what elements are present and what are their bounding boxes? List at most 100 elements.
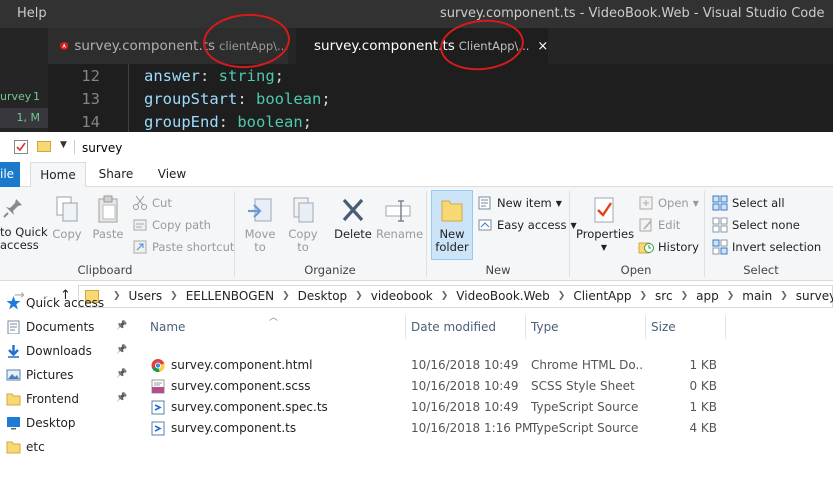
history-button[interactable]: History	[638, 239, 699, 255]
pin-to-quick-access-button[interactable]: to Quick access	[0, 197, 48, 252]
select-none-label: Select none	[732, 218, 800, 232]
column-header-size[interactable]: Size	[651, 320, 676, 334]
file-row[interactable]: survey.component.html 10/16/2018 10:49 Chr…	[147, 355, 732, 376]
breadcrumb-item[interactable]: VideoBook.Web	[456, 289, 549, 304]
copy-to-button[interactable]: Copy to	[284, 195, 322, 254]
paste-button[interactable]: Paste	[90, 195, 126, 241]
chevron-right-icon[interactable]: ❯	[727, 289, 735, 304]
vscode-window: Help survey.component.ts - VideoBook.Web…	[0, 0, 833, 132]
nav-item-quick-access[interactable]: Quick access	[0, 292, 135, 316]
breadcrumb-item[interactable]: app	[696, 289, 719, 304]
move-to-button[interactable]: Move to	[240, 195, 280, 254]
ribbon-home: to Quick access Copy Paste Cut Copy path…	[0, 187, 833, 281]
new-folder-label: New folder	[435, 227, 469, 254]
sort-up-icon: ︿	[269, 313, 279, 323]
nav-item-frontend[interactable]: Frontend 📌	[0, 388, 135, 412]
chevron-right-icon[interactable]: ❯	[558, 289, 566, 304]
breadcrumb-item[interactable]: videobook	[371, 289, 433, 304]
nav-item-documents[interactable]: Documents 📌	[0, 316, 135, 340]
properties-quick-icon[interactable]	[14, 140, 28, 154]
history-label: History	[658, 240, 699, 254]
pin-icon[interactable]: 📌	[116, 393, 127, 403]
invert-selection-button[interactable]: Invert selection	[712, 239, 821, 255]
pictures-icon	[6, 368, 21, 382]
column-header-type[interactable]: Type	[531, 320, 559, 334]
new-folder-button[interactable]: New folder	[431, 190, 473, 260]
vscode-sidebar-peek: urvey 1 1, M	[0, 64, 48, 132]
cut-button[interactable]: Cut	[132, 195, 172, 211]
select-none-button[interactable]: Select none	[712, 217, 800, 233]
chevron-right-icon[interactable]: ❯	[170, 289, 178, 304]
code-end: ;	[302, 113, 312, 131]
pin-icon[interactable]: 📌	[116, 345, 127, 355]
open-label: Open	[658, 196, 689, 210]
breadcrumb-item[interactable]: Desktop	[298, 289, 348, 304]
address-input[interactable]: ❯ Users ❯ EELLENBOGEN ❯ Desktop ❯ videobook ❯ Vid…	[78, 285, 833, 308]
pin-icon	[3, 199, 22, 218]
tab-home[interactable]: Home	[30, 162, 86, 188]
pin-icon[interactable]: 📌	[116, 321, 127, 331]
pin-icon[interactable]: 📌	[116, 369, 127, 379]
file-row[interactable]: survey.component.scss 10/16/2018 10:49 SCS…	[147, 376, 732, 397]
nav-item-label: Desktop	[26, 416, 76, 430]
scissors-icon	[133, 195, 147, 210]
edit-button[interactable]: Edit	[638, 217, 680, 233]
divider	[704, 191, 705, 277]
open-button[interactable]: Open ▼	[638, 195, 699, 211]
sidebar-row[interactable]: 1, M	[0, 108, 48, 128]
chevron-right-icon[interactable]: ❯	[640, 289, 648, 304]
edit-label: Edit	[658, 218, 681, 232]
file-row[interactable]: survey.component.ts 10/16/2018 1:16 PM Typ…	[147, 418, 732, 439]
paste-shortcut-button[interactable]: Paste shortcut	[132, 239, 234, 255]
breadcrumb-item[interactable]: ClientApp	[573, 289, 631, 304]
file-date-modified: 10/16/2018 10:49	[411, 358, 519, 372]
code-end: ;	[321, 90, 331, 108]
breadcrumb-item[interactable]: main	[742, 289, 772, 304]
chevron-right-icon[interactable]: ❯	[355, 289, 363, 304]
chevron-right-icon[interactable]: ❯	[441, 289, 449, 304]
new-folder-quick-icon[interactable]	[37, 141, 51, 152]
new-item-button[interactable]: New item ▼	[477, 195, 562, 211]
tab-view[interactable]: View	[146, 162, 198, 187]
downloads-icon	[6, 344, 21, 358]
tab-share[interactable]: Share	[90, 162, 142, 187]
chevron-right-icon[interactable]: ❯	[780, 289, 788, 304]
sidebar-row[interactable]: urvey 1	[0, 87, 48, 107]
copy-button[interactable]: Copy	[50, 195, 84, 241]
tab-survey-component-clientapp-lower[interactable]: survey.component.ts clientApp\...	[48, 28, 288, 64]
select-all-button[interactable]: Select all	[712, 195, 785, 211]
breadcrumb-item[interactable]: survey	[796, 289, 833, 304]
file-row[interactable]: survey.component.spec.ts 10/16/2018 10:49…	[147, 397, 732, 418]
chevron-right-icon[interactable]: ❯	[681, 289, 689, 304]
paste-label: Paste	[92, 227, 124, 241]
tab-file[interactable]: ile	[0, 162, 20, 187]
copy-icon	[56, 196, 78, 222]
code-end: ;	[274, 67, 285, 85]
close-icon[interactable]: ×	[537, 39, 548, 54]
breadcrumb-item[interactable]: EELLENBOGEN	[186, 289, 274, 304]
new-group-label: New	[485, 263, 511, 277]
column-header-date[interactable]: Date modified	[411, 320, 496, 334]
copy-path-button[interactable]: Copy path	[132, 217, 211, 233]
nav-item-label: Downloads	[26, 344, 92, 358]
nav-item-pictures[interactable]: Pictures 📌	[0, 364, 135, 388]
file-name: survey.component.ts	[171, 421, 297, 435]
nav-item-downloads[interactable]: Downloads 📌	[0, 340, 135, 364]
menu-help[interactable]: Help	[17, 6, 47, 21]
chevron-down-icon[interactable]: ▼	[60, 140, 67, 150]
tab-survey-component-clientapp-upper[interactable]: survey.component.ts ClientApp\... ×	[296, 28, 548, 64]
delete-button[interactable]: Delete	[332, 195, 374, 241]
chevron-right-icon[interactable]: ❯	[282, 289, 290, 304]
rename-button[interactable]: Rename	[376, 195, 423, 241]
column-header-name[interactable]: Name	[150, 320, 185, 334]
nav-item-desktop[interactable]: Desktop	[0, 412, 135, 436]
breadcrumb-item[interactable]: src	[655, 289, 673, 304]
nav-item-etc[interactable]: etc	[0, 436, 135, 460]
easy-access-button[interactable]: Easy access ▼	[477, 217, 577, 233]
tab-description: clientApp\...	[219, 39, 288, 53]
cut-label: Cut	[152, 196, 172, 210]
nav-item-label: Pictures	[26, 368, 74, 382]
window-title: survey.component.ts - VideoBook.Web - Vi…	[440, 6, 825, 21]
code-editor[interactable]: 12 answer: string; 13 groupStart: boolea…	[48, 64, 833, 132]
properties-button[interactable]: Properties ▼	[576, 195, 634, 254]
